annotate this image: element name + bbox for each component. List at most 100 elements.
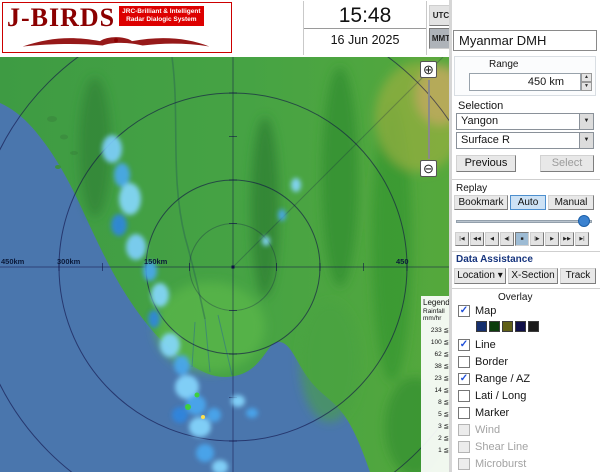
map-color-swatch[interactable] xyxy=(502,321,513,332)
zoom-slider-track[interactable] xyxy=(428,80,430,159)
zoom-out-button[interactable]: ⊖ xyxy=(420,160,437,177)
shear-line-checkbox[interactable] xyxy=(458,441,470,453)
bookmark-button[interactable]: Bookmark xyxy=(454,195,508,210)
legend-title: Legend xyxy=(423,298,449,307)
chevron-down-icon: ▾ xyxy=(497,270,503,281)
jbirds-logo: J-BIRDS JRC-Brilliant & Intelligent Rada… xyxy=(2,2,232,53)
legend-row: 38 ≦ xyxy=(423,360,449,372)
chevron-down-icon[interactable]: ▼ xyxy=(579,114,593,129)
spinner-down-icon[interactable]: ▼ xyxy=(581,82,592,91)
control-panel: Myanmar DMH Range 450 km ▲ ▼ Selection Y… xyxy=(452,0,600,472)
marker-checkbox[interactable] xyxy=(458,407,470,419)
select-button[interactable]: Select xyxy=(540,155,594,172)
ring-label-450-east: 450 xyxy=(396,257,409,266)
playback-controls: |◀ ◀◀ ◀ ◀| ■ |▶ ▶ ▶▶ ▶| xyxy=(455,232,589,246)
replay-label: Replay xyxy=(456,183,488,194)
skip-end-button[interactable]: ▶| xyxy=(575,232,589,246)
slider-thumb[interactable] xyxy=(578,215,590,227)
overlay-item-label: Microburst xyxy=(475,458,527,470)
site-dropdown-value: Yangon xyxy=(461,115,499,127)
logo-tagline: JRC-Brilliant & Intelligent Radar Dialog… xyxy=(119,6,204,26)
overlay-item-wind[interactable]: Wind xyxy=(458,423,500,437)
clock-panel: 15:48 16 Jun 2025 xyxy=(303,1,427,55)
eagle-icon xyxy=(22,37,210,47)
legend-row: 2 ≦ xyxy=(423,432,449,444)
legend-row: 23 ≦ xyxy=(423,372,449,384)
overlay-item-border[interactable]: Border xyxy=(458,355,508,369)
legend-row: 100 ≦ xyxy=(423,336,449,348)
radar-map[interactable]: 450km 300km 150km 450 ⊕ ⊖ Legend Rainfal… xyxy=(0,57,449,472)
overlay-item-label: Lati / Long xyxy=(475,390,527,402)
manual-button[interactable]: Manual xyxy=(548,195,594,210)
line-checkbox[interactable]: ✓ xyxy=(458,339,470,351)
stop-button[interactable]: ■ xyxy=(515,232,529,246)
microburst-checkbox[interactable] xyxy=(458,458,470,470)
slider-track[interactable] xyxy=(456,220,592,223)
overlay-label: Overlay xyxy=(498,292,533,303)
legend-row: 233 ≦ xyxy=(423,324,449,336)
track-button[interactable]: Track xyxy=(560,268,596,284)
auto-button[interactable]: Auto xyxy=(510,195,546,210)
chevron-down-icon[interactable]: ▼ xyxy=(579,133,593,148)
ring-label-150km: 150km xyxy=(144,257,168,266)
overlay-item-range-az[interactable]: ✓ Range / AZ xyxy=(458,372,530,386)
separator xyxy=(452,179,600,180)
overlay-item-label: Map xyxy=(475,305,497,317)
range-spinner: ▲ ▼ xyxy=(581,73,592,91)
overlay-item-line[interactable]: ✓ Line xyxy=(458,338,496,352)
separator xyxy=(452,251,600,252)
zoom-in-button[interactable]: ⊕ xyxy=(420,61,437,78)
legend-row: 1 ≦ xyxy=(423,444,449,456)
range-value: 450 km xyxy=(469,73,581,91)
logo-tagline-line2: Radar Dialogic System xyxy=(126,16,197,23)
product-dropdown[interactable]: Surface R ▼ xyxy=(456,132,594,149)
rainfall-legend: Legend Rainfall mm/hr 233 ≦ 100 ≦ 62 ≦ 3… xyxy=(421,296,449,472)
separator xyxy=(452,288,600,289)
selection-label: Selection xyxy=(458,100,504,112)
map-checkbox[interactable]: ✓ xyxy=(458,305,470,317)
play-back-button[interactable]: ◀ xyxy=(485,232,499,246)
clock-time: 15:48 xyxy=(304,1,426,29)
replay-slider[interactable] xyxy=(456,214,592,228)
station-title: Myanmar DMH xyxy=(453,30,597,51)
overlay-item-label: Marker xyxy=(475,407,510,419)
overlay-item-label: Wind xyxy=(475,424,501,436)
previous-button[interactable]: Previous xyxy=(456,155,516,172)
site-dropdown[interactable]: Yangon ▼ xyxy=(456,113,594,130)
clock-date: 16 Jun 2025 xyxy=(330,33,400,47)
overlay-item-lati-long[interactable]: Lati / Long xyxy=(458,389,526,403)
fast-forward-button[interactable]: ▶▶ xyxy=(560,232,574,246)
overlay-item-shear-line[interactable]: Shear Line xyxy=(458,440,528,454)
logo-tagline-line1: JRC-Brilliant & Intelligent xyxy=(122,8,201,15)
wind-checkbox[interactable] xyxy=(458,424,470,436)
legend-unit-line2: mm/hr xyxy=(423,315,442,322)
play-button[interactable]: ▶ xyxy=(545,232,559,246)
fast-rewind-button[interactable]: ◀◀ xyxy=(470,232,484,246)
border-checkbox[interactable] xyxy=(458,356,470,368)
map-color-swatch[interactable] xyxy=(515,321,526,332)
location-button[interactable]: Location ▾ xyxy=(454,268,506,284)
logo-title: J-BIRDS xyxy=(7,3,116,32)
step-back-button[interactable]: ◀| xyxy=(500,232,514,246)
overlay-item-microburst[interactable]: Microburst xyxy=(458,457,526,471)
overlay-item-label: Border xyxy=(475,356,509,368)
spinner-up-icon[interactable]: ▲ xyxy=(581,73,592,82)
radar-map-canvas: 450km 300km 150km 450 xyxy=(0,57,449,472)
product-dropdown-value: Surface R xyxy=(461,134,510,146)
range-az-checkbox[interactable]: ✓ xyxy=(458,373,470,385)
overlay-item-marker[interactable]: Marker xyxy=(458,406,509,420)
overlay-item-label: Range / AZ xyxy=(475,373,531,385)
legend-row: 14 ≦ xyxy=(423,384,449,396)
overlay-item-map[interactable]: ✓ Map xyxy=(458,304,496,318)
lati-long-checkbox[interactable] xyxy=(458,390,470,402)
legend-row: 3 ≦ xyxy=(423,420,449,432)
step-forward-button[interactable]: |▶ xyxy=(530,232,544,246)
map-color-palette xyxy=(476,321,539,332)
x-section-button[interactable]: X-Section xyxy=(508,268,558,284)
map-color-swatch[interactable] xyxy=(528,321,539,332)
ring-label-450km: 450km xyxy=(1,257,25,266)
ring-label-300km: 300km xyxy=(57,257,81,266)
skip-start-button[interactable]: |◀ xyxy=(455,232,469,246)
map-color-swatch[interactable] xyxy=(489,321,500,332)
map-color-swatch[interactable] xyxy=(476,321,487,332)
